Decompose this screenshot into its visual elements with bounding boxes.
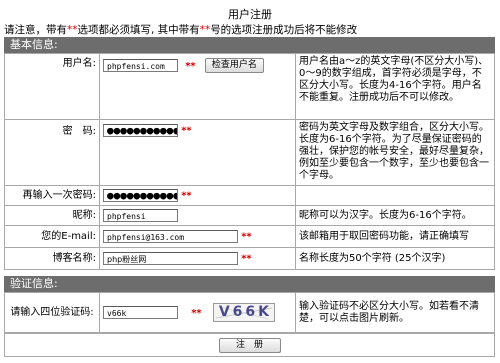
section-verify-info: 验证信息: <box>4 276 495 292</box>
username-cell: phpfensi.com ** 检查用户名 <box>99 53 296 120</box>
nickname-input[interactable]: phpfensi <box>103 208 178 222</box>
notice-prefix: 请注意，带有 <box>4 24 67 36</box>
captcha-label: 请输入四位验证码: <box>4 292 100 333</box>
nickname-label: 昵称: <box>4 205 100 226</box>
notice-star-1: ** <box>67 24 78 36</box>
captcha-required-mark: ** <box>191 307 202 319</box>
blog-label: 博客名称: <box>4 247 100 270</box>
basic-info-table: 用户名: phpfensi.com ** 检查用户名 用户名由a～z的英文字母(… <box>4 53 495 270</box>
captcha-image[interactable]: V66K <box>212 303 275 322</box>
password-cell: ●●●●●●●●●●● ** <box>99 119 296 186</box>
row-username: 用户名: phpfensi.com ** 检查用户名 用户名由a～z的英文字母(… <box>4 53 495 120</box>
email-cell: phpfensi@163.com ** <box>99 225 296 248</box>
check-username-button[interactable]: 检查用户名 <box>204 58 264 73</box>
username-input[interactable]: phpfensi.com <box>103 59 178 72</box>
password-confirm-hint <box>295 185 495 206</box>
section-basic-info: 基本信息: <box>4 37 495 53</box>
email-input[interactable]: phpfensi@163.com <box>103 229 238 243</box>
email-label: 您的E-mail: <box>4 225 100 248</box>
form-footer: 注 册 <box>4 333 495 357</box>
password-hint: 密码为英文字母及数字组合，区分大小写。长度为6-16个字符。为了尽量保证密码的强… <box>295 119 495 186</box>
blog-input[interactable]: php粉丝网 <box>103 251 238 265</box>
password-required-mark: ** <box>181 125 192 137</box>
row-nickname: 昵称: phpfensi 昵称可以为汉字。长度为6-16个字符。 <box>4 205 495 226</box>
captcha-cell: v66k ** V66K <box>99 292 296 333</box>
row-email: 您的E-mail: phpfensi@163.com ** 该邮箱用于取回密码功… <box>4 225 495 248</box>
notice-text: 请注意，带有**选项都必须填写, 其中带有**号的选项注册成功后将不能修改 <box>4 22 357 37</box>
verify-info-table: 请输入四位验证码: v66k ** V66K 输入验证码不必区分大小写。如若看不… <box>4 292 495 333</box>
captcha-hint: 输入验证码不必区分大小写。如若看不清楚，可以点击图片刷新。 <box>295 292 495 333</box>
password-input[interactable]: ●●●●●●●●●●● <box>103 124 178 137</box>
nickname-hint: 昵称可以为汉字。长度为6-16个字符。 <box>295 205 495 226</box>
password-confirm-label: 再输入一次密码: <box>4 185 100 206</box>
row-captcha: 请输入四位验证码: v66k ** V66K 输入验证码不必区分大小写。如若看不… <box>4 292 495 333</box>
blog-cell: php粉丝网 ** <box>99 247 296 270</box>
row-password: 密 码: ●●●●●●●●●●● ** 密码为英文字母及数字组合，区分大小写。长… <box>4 119 495 186</box>
blog-hint: 名称长度为50个字符 (25个汉字) <box>295 247 495 270</box>
register-button[interactable]: 注 册 <box>218 338 281 353</box>
username-label: 用户名: <box>4 53 100 120</box>
password-label: 密 码: <box>4 119 100 186</box>
email-hint: 该邮箱用于取回密码功能，请正确填写 <box>295 225 495 248</box>
password-confirm-required-mark: ** <box>181 190 192 202</box>
captcha-image-text: V66K <box>218 304 273 320</box>
username-hint: 用户名由a～z的英文字母(不区分大小写)、0～9的数字组成，首字符必须是字母，不… <box>295 53 495 120</box>
row-password-confirm: 再输入一次密码: ●●●●●●●●●●● ** <box>4 185 495 206</box>
notice-middle: 选项都必须填写, 其中带有 <box>77 24 200 36</box>
password-confirm-cell: ●●●●●●●●●●● ** <box>99 185 296 206</box>
notice-star-2: ** <box>199 24 211 36</box>
username-required-mark: ** <box>185 60 196 72</box>
captcha-input[interactable]: v66k <box>103 306 178 319</box>
row-blog: 博客名称: php粉丝网 ** 名称长度为50个字符 (25个汉字) <box>4 247 495 270</box>
notice-suffix: 号的选项注册成功后将不能修改 <box>210 24 358 36</box>
password-confirm-input[interactable]: ●●●●●●●●●●● <box>103 188 178 202</box>
blog-required-mark: ** <box>241 253 252 265</box>
nickname-cell: phpfensi <box>99 205 296 226</box>
email-required-mark: ** <box>241 231 252 243</box>
page-title: 用户注册 <box>228 8 272 21</box>
